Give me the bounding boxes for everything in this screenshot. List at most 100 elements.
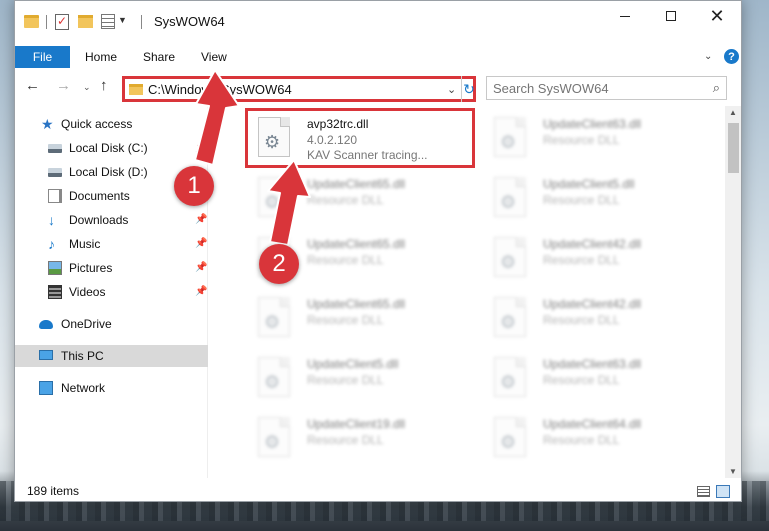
sidebar-item-label: Local Disk (D:)	[69, 165, 148, 179]
dll-file-icon	[494, 177, 526, 217]
navigation-pane: ★ Quick access Local Disk (C:) 📌 Local D…	[15, 106, 208, 478]
sidebar-item-quick-access[interactable]: ★ Quick access	[15, 113, 208, 135]
sidebar-item-downloads[interactable]: ↓ Downloads 📌	[15, 209, 208, 231]
file-type: Resource DLL	[307, 313, 384, 327]
details-view-icon[interactable]	[697, 486, 710, 497]
dll-file-icon	[258, 357, 290, 397]
file-type: Resource DLL	[543, 373, 620, 387]
sidebar-item-label: Local Disk (C:)	[69, 141, 148, 155]
scroll-up-icon[interactable]: ▲	[729, 108, 737, 117]
file-name: UpdateClient19.dll	[307, 417, 406, 431]
forward-button[interactable]: →	[56, 77, 71, 94]
file-item[interactable]: UpdateClient65.dll Resource DLL	[247, 170, 477, 226]
search-input[interactable]	[493, 80, 693, 96]
recent-locations-chevron-icon[interactable]: ⌄	[83, 82, 91, 93]
file-type: Resource DLL	[307, 373, 384, 387]
file-name: UpdateClient42.dll	[543, 297, 642, 311]
scroll-down-icon[interactable]: ▼	[729, 467, 737, 476]
pin-icon: 📌	[195, 262, 208, 273]
sidebar-item-pictures[interactable]: Pictures 📌	[15, 257, 208, 279]
network-icon	[39, 381, 53, 395]
file-explorer-window: ▼ SysWOW64 ✕ File Home Share View ⌄ ? ← …	[14, 0, 742, 502]
pc-icon	[39, 350, 53, 360]
file-type: Resource DLL	[543, 193, 620, 207]
documents-icon	[48, 189, 62, 203]
scroll-thumb[interactable]	[728, 123, 739, 173]
star-icon: ★	[41, 116, 54, 132]
search-icon[interactable]: ⌕	[713, 80, 720, 96]
file-type: Resource DLL	[543, 433, 620, 447]
file-item[interactable]: UpdateClient63.dll Resource DLL	[483, 350, 713, 406]
dll-file-icon	[258, 297, 290, 337]
file-type: Resource DLL	[307, 193, 384, 207]
pictures-icon	[48, 261, 62, 275]
large-icons-view-icon[interactable]	[716, 485, 730, 498]
refresh-icon[interactable]: ↻	[461, 76, 476, 102]
sidebar-item-onedrive[interactable]: OneDrive	[15, 313, 208, 335]
window-title: SysWOW64	[154, 14, 225, 29]
maximize-button[interactable]	[648, 1, 694, 31]
address-history-chevron-icon[interactable]: ⌄	[447, 83, 456, 96]
file-item[interactable]: UpdateClient5.dll Resource DLL	[483, 170, 713, 226]
minimize-icon	[620, 15, 630, 17]
maximize-icon	[666, 11, 676, 21]
vertical-scrollbar[interactable]: ▲ ▼	[725, 106, 741, 478]
drive-icon	[48, 168, 62, 177]
file-name: UpdateClient5.dll	[543, 177, 635, 191]
view-icon[interactable]	[101, 14, 115, 29]
file-description: KAV Scanner tracing...	[307, 148, 428, 162]
address-bar[interactable]: C:\Windows\SysWOW64 ⌄ ↻	[122, 76, 476, 102]
file-name: UpdateClient64.dll	[543, 417, 642, 431]
minimize-button[interactable]	[602, 1, 648, 31]
title-bar: ▼ SysWOW64 ✕	[15, 1, 741, 41]
pin-icon: 📌	[195, 238, 208, 249]
expand-ribbon-chevron-icon[interactable]: ⌄	[704, 51, 712, 62]
up-button[interactable]: ↑	[100, 77, 108, 94]
dll-file-icon	[494, 297, 526, 337]
properties-icon[interactable]	[55, 14, 69, 30]
back-button[interactable]: ←	[25, 77, 40, 94]
new-folder-icon[interactable]	[78, 15, 93, 28]
help-icon[interactable]: ?	[724, 49, 739, 64]
search-box[interactable]: ⌕	[486, 76, 727, 100]
file-item[interactable]: UpdateClient5.dll Resource DLL	[247, 350, 477, 406]
sidebar-item-network[interactable]: Network	[15, 377, 208, 399]
videos-icon	[48, 285, 62, 299]
dll-file-icon	[258, 117, 290, 157]
file-item[interactable]: UpdateClient64.dll Resource DLL	[483, 410, 713, 466]
tab-share[interactable]: Share	[143, 50, 175, 64]
close-button[interactable]: ✕	[694, 1, 740, 31]
sidebar-item-music[interactable]: ♪ Music 📌	[15, 233, 208, 255]
address-path[interactable]: C:\Windows\SysWOW64	[148, 82, 292, 97]
file-list: avp32trc.dll 4.0.2.120 KAV Scanner traci…	[225, 106, 725, 478]
file-item[interactable]: UpdateClient42.dll Resource DLL	[483, 230, 713, 286]
tab-file[interactable]: File	[15, 46, 70, 68]
sidebar-item-label: Music	[69, 237, 101, 251]
sidebar-item-videos[interactable]: Videos 📌	[15, 281, 208, 303]
file-type: Resource DLL	[543, 253, 620, 267]
file-name: UpdateClient65.dll	[307, 297, 406, 311]
sidebar-item-this-pc[interactable]: This PC	[15, 345, 208, 367]
file-item[interactable]: UpdateClient63.dll Resource DLL	[483, 110, 713, 166]
customize-quick-access-chevron-icon[interactable]: ▼	[118, 15, 127, 33]
dll-file-icon	[494, 117, 526, 157]
sidebar-item-label: Pictures	[69, 261, 113, 275]
file-item[interactable]: UpdateClient42.dll Resource DLL	[483, 290, 713, 346]
folder-icon	[129, 84, 143, 95]
drive-icon	[48, 144, 62, 153]
tab-view[interactable]: View	[201, 50, 227, 64]
download-icon: ↓	[48, 212, 55, 228]
file-name: UpdateClient65.dll	[307, 177, 406, 191]
sidebar-item-local-disk-c[interactable]: Local Disk (C:) 📌	[15, 137, 208, 159]
file-version: 4.0.2.120	[307, 133, 358, 147]
file-item-avp32trc[interactable]: avp32trc.dll 4.0.2.120 KAV Scanner traci…	[247, 110, 477, 166]
status-bar: 189 items	[15, 480, 741, 501]
file-type: Resource DLL	[307, 253, 384, 267]
sidebar-item-label: Quick access	[61, 117, 133, 131]
navigation-bar: ← → ⌄ ↑ C:\Windows\SysWOW64 ⌄ ↻ ⌕	[15, 74, 741, 102]
file-item[interactable]: UpdateClient19.dll Resource DLL	[247, 410, 477, 466]
pin-icon: 📌	[195, 142, 208, 153]
file-item[interactable]: UpdateClient65.dll Resource DLL	[247, 290, 477, 346]
tab-home[interactable]: Home	[85, 50, 117, 64]
file-name: UpdateClient5.dll	[307, 357, 399, 371]
